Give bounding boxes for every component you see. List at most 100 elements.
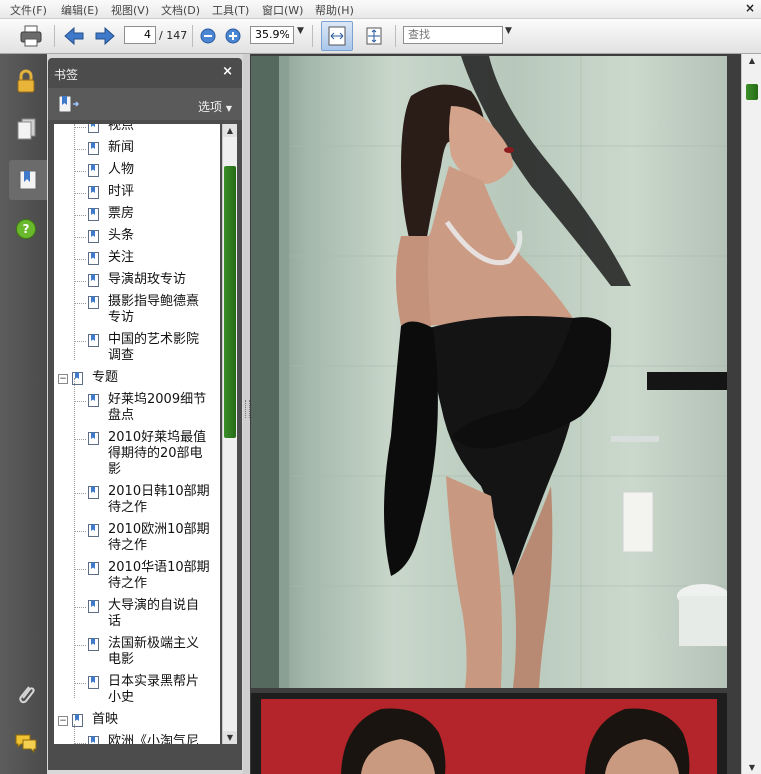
bookmark-label: 导演胡玫专访 [108, 272, 187, 287]
scroll-down-button[interactable]: ▼ [223, 731, 237, 744]
bookmark-label: 专访 [108, 310, 135, 325]
bookmarks-panel-close-button[interactable]: × [222, 64, 233, 79]
previous-page-button[interactable] [62, 23, 86, 49]
bookmark-item[interactable]: 2010欧洲10部期 待之作 [80, 522, 220, 560]
bookmark-label: 调查 [108, 348, 135, 363]
toolbar: / 147 ▼ ▼ [0, 19, 761, 54]
help-icon: ? [16, 219, 36, 239]
scroll-up-button[interactable]: ▲ [223, 124, 237, 137]
bookmark-label: 待之作 [108, 500, 148, 515]
find-input[interactable] [403, 26, 503, 44]
bookmark-item[interactable]: 关注 [80, 250, 220, 272]
bookmark-item[interactable]: 时评 [80, 184, 220, 206]
find-dropdown-icon[interactable]: ▼ [505, 26, 512, 36]
bookmark-item[interactable]: 大导演的自说自话 [80, 598, 220, 636]
tree-guide-line [74, 724, 75, 744]
zoom-input[interactable] [250, 26, 294, 44]
doc-scrollbar-thumb[interactable] [746, 84, 758, 100]
bookmark-icon [88, 164, 99, 177]
collapse-toggle[interactable]: − [58, 374, 68, 384]
bookmark-item[interactable]: 好莱坞2009细节 盘点 [80, 392, 220, 430]
bookmark-item[interactable]: 2010好莱坞最值 得期待的20部电影 [80, 430, 220, 484]
bookmark-label: 首映 [92, 712, 119, 727]
menu-view[interactable]: 视图(V) [111, 2, 149, 18]
menu-tools[interactable]: 工具(T) [212, 2, 249, 18]
menu-edit[interactable]: 编辑(E) [61, 2, 99, 18]
menu-file[interactable]: 文件(F) [10, 2, 47, 18]
bookmark-options-menu[interactable]: 选项 ▼ [198, 98, 232, 115]
bookmark-item[interactable]: 视点 [80, 124, 220, 140]
menu-window[interactable]: 窗口(W) [262, 2, 303, 18]
bookmarks-button[interactable] [9, 160, 47, 200]
pages-button[interactable] [8, 112, 44, 146]
bookmark-item[interactable]: 法国新极端主义 电影 [80, 636, 220, 674]
bookmark-icon [88, 252, 99, 265]
fit-page-icon [366, 27, 382, 45]
bookmark-label: 日本实录黑帮片 [108, 674, 200, 689]
comments-button[interactable] [8, 726, 44, 760]
bookmark-icon [88, 296, 99, 309]
bookmark-icon [88, 486, 99, 499]
scrollbar-thumb[interactable] [224, 166, 236, 438]
security-button[interactable] [8, 64, 44, 98]
doc-scroll-down-button[interactable]: ▼ [745, 761, 759, 774]
bookmark-section[interactable]: − 专题 [58, 370, 220, 392]
bookmark-icon [88, 208, 99, 221]
bookmark-item[interactable]: 日本实录黑帮片 小史 [80, 674, 220, 712]
bookmark-icon [88, 142, 99, 155]
zoom-out-button[interactable] [199, 23, 217, 49]
zoom-out-icon [200, 28, 216, 44]
bookmark-icon [88, 562, 99, 575]
page-number-input[interactable] [124, 26, 156, 44]
attachments-button[interactable] [8, 678, 44, 712]
fit-width-button[interactable] [321, 21, 353, 51]
chevron-down-icon: ▼ [225, 104, 232, 113]
print-button[interactable] [17, 23, 45, 49]
document-scrollbar[interactable]: ▲ ▼ [741, 54, 761, 774]
bookmark-item[interactable]: 新闻 [80, 140, 220, 162]
bookmark-label: 2010华语10部期 [108, 560, 210, 575]
bookmark-item[interactable]: 人物 [80, 162, 220, 184]
bookmark-label: 法国新极端主义 [108, 636, 200, 651]
bookmark-label: 中国的艺术影院 [108, 332, 200, 347]
fit-page-button[interactable] [362, 23, 386, 49]
doc-scroll-up-button[interactable]: ▲ [745, 54, 759, 67]
zoom-in-icon [225, 28, 241, 44]
toolbar-separator [54, 25, 55, 47]
collapse-toggle[interactable]: − [58, 716, 68, 726]
photo-illustration-2 [251, 693, 727, 774]
bookmark-icon [88, 394, 99, 407]
bookmark-label: 头条 [108, 228, 135, 243]
bookmark-tree-scrollbar[interactable]: ▲ ▼ [222, 124, 237, 744]
bookmark-item[interactable]: 票房 [80, 206, 220, 228]
bookmark-icon [88, 186, 99, 199]
comments-icon [15, 734, 37, 754]
bookmarks-panel-toolbar: 选项 ▼ [48, 88, 242, 120]
lock-icon [17, 69, 35, 93]
bookmark-icon [88, 676, 99, 689]
bookmark-item[interactable]: 摄影指导鲍德熹 专访 [80, 294, 220, 332]
bookmark-item[interactable]: 头条 [80, 228, 220, 250]
bookmark-item[interactable]: 欧洲《小淘气尼 [80, 734, 220, 744]
bookmark-label: 时评 [108, 184, 135, 199]
panel-splitter[interactable] [243, 54, 250, 774]
menu-document[interactable]: 文档(D) [161, 2, 200, 18]
zoom-in-button[interactable] [224, 23, 242, 49]
bookmark-section[interactable]: − 首映 [58, 712, 220, 734]
toolbar-separator [395, 25, 396, 47]
zoom-dropdown-icon[interactable]: ▼ [297, 26, 304, 36]
next-page-button[interactable] [93, 23, 117, 49]
bookmark-item[interactable]: 2010华语10部期 待之作 [80, 560, 220, 598]
bookmark-item[interactable]: 中国的艺术影院 调查 [80, 332, 220, 370]
bookmark-item[interactable]: 2010日韩10部期 待之作 [80, 484, 220, 522]
help-button[interactable]: ? [8, 212, 44, 246]
bookmark-label: 好莱坞2009细节 [108, 392, 207, 407]
new-bookmark-button[interactable] [58, 95, 80, 116]
close-document-button[interactable]: × [745, 1, 755, 15]
menu-help[interactable]: 帮助(H) [315, 2, 354, 18]
bookmark-label: 待之作 [108, 538, 148, 553]
photo-illustration [251, 56, 727, 688]
bookmark-item[interactable]: 导演胡玫专访 [80, 272, 220, 294]
bookmark-icon [88, 600, 99, 613]
bookmark-label: 大导演的自说自 [108, 598, 200, 613]
